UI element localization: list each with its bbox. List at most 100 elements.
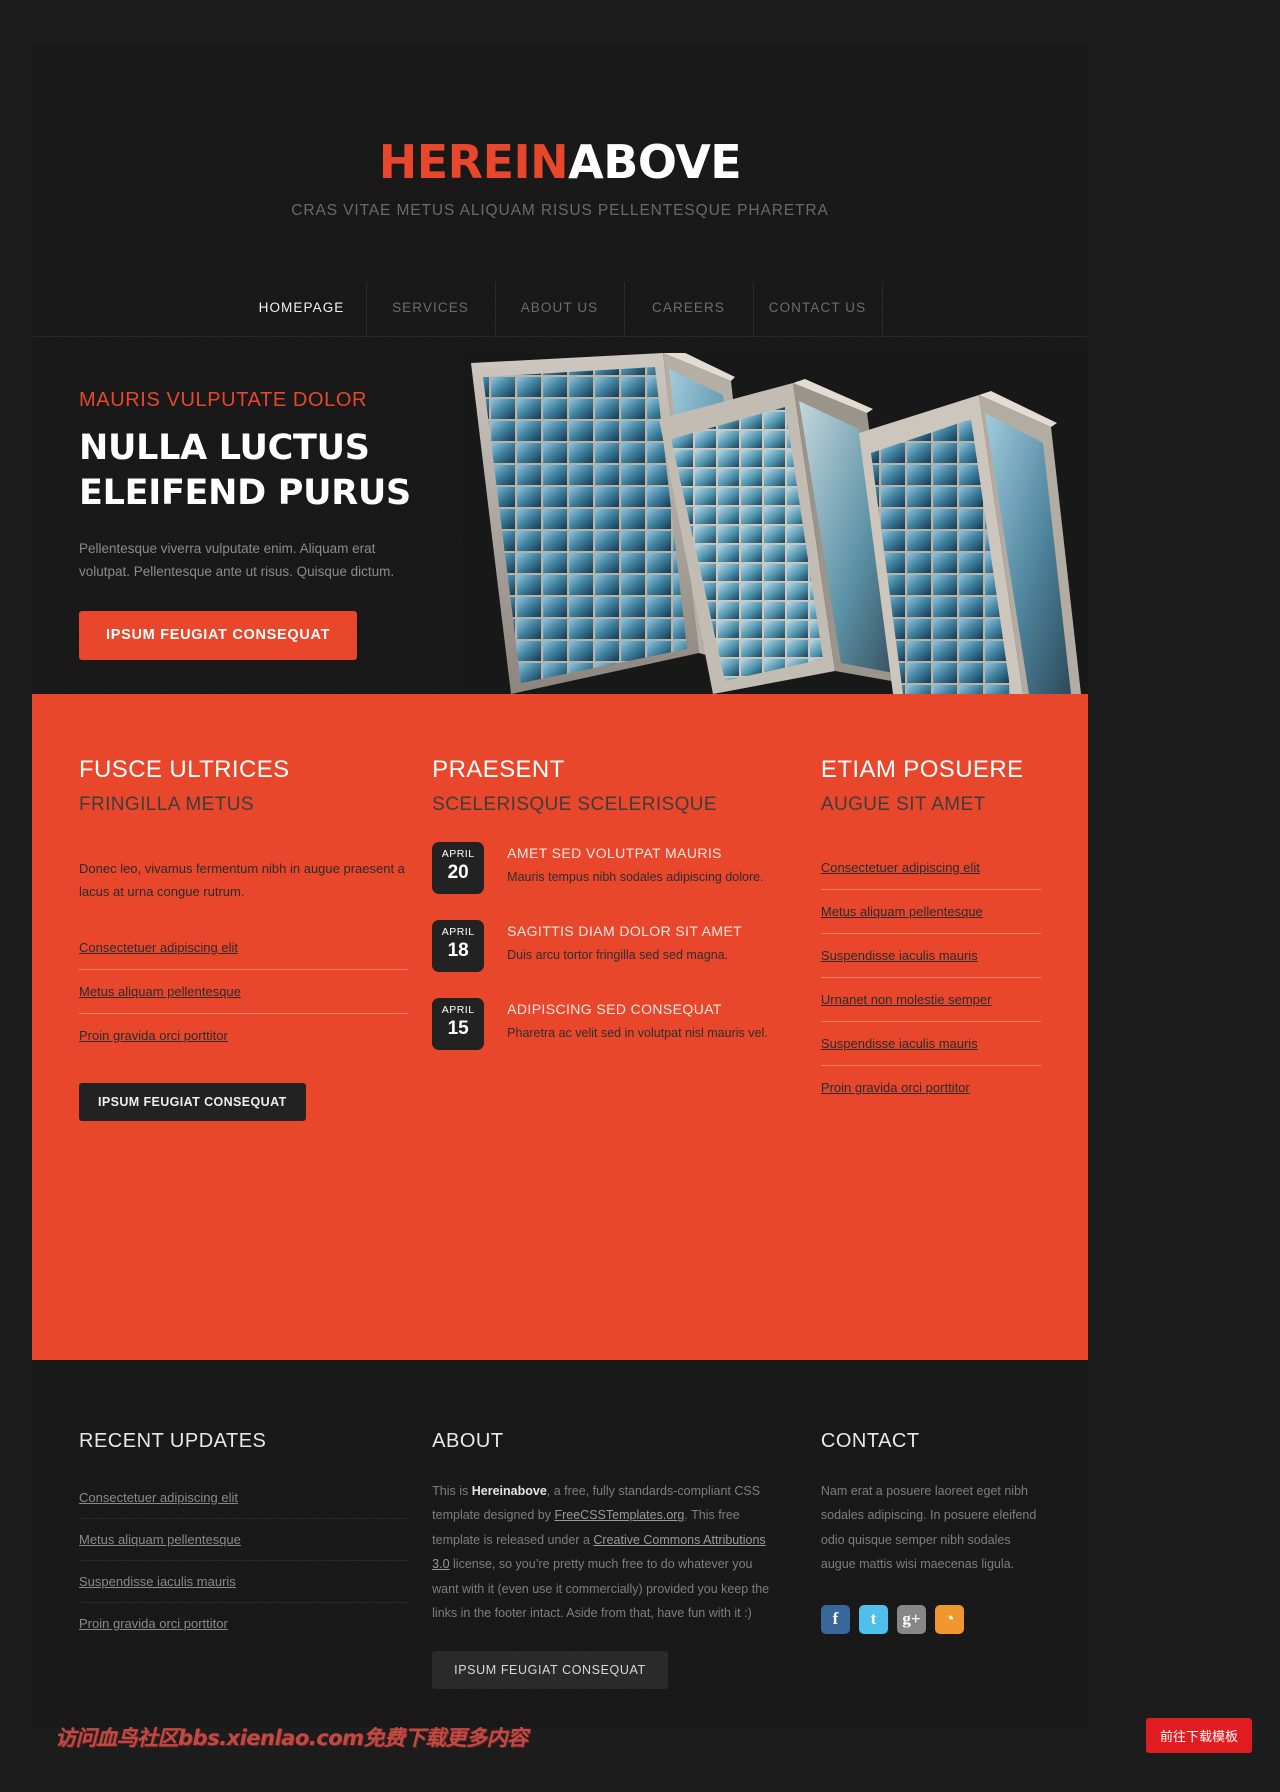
hero-title-line-1: NULLA LUCTUS [79, 428, 370, 468]
column-link-list: Consectetuer adipiscing elit Metus aliqu… [79, 926, 409, 1057]
column-subheading: FRINGILLA METUS [79, 794, 254, 815]
list-item: Metus aliquam pellentesque [820, 890, 1041, 934]
footer-link-list: Consectetuer adipiscing elit Metus aliqu… [79, 1477, 409, 1644]
nav-spacer-right [883, 282, 1063, 336]
about-brand: Hereinabove [471, 1484, 547, 1498]
nav-item-about-us[interactable]: ABOUT US [496, 282, 625, 336]
column-heading: FUSCE ULTRICES [79, 756, 290, 783]
footer-about-text: This is Hereinabove, a free, fully stand… [432, 1479, 777, 1625]
post-day: 20 [447, 861, 469, 883]
post-date-badge: APRIL 20 [432, 842, 485, 894]
hero-kicker: MAURIS VULPUTATE DOLOR [79, 389, 368, 411]
footer-link-proin[interactable]: Proin gravida orci porttitor [79, 1603, 408, 1644]
column-subheading: SCELERISQUE SCELERISQUE [432, 794, 717, 815]
list-item: Metus aliquam pellentesque [79, 1519, 409, 1561]
site-watermark: 访问血鸟社区bbs.xienlao.com免费下载更多内容 [55, 1726, 528, 1750]
post-description: Pharetra ac velit sed in volutpat nisl m… [507, 1026, 768, 1040]
rss-icon[interactable]: ◔ [934, 1604, 964, 1634]
about-text-4: license, so you’re pretty much free to d… [432, 1557, 770, 1620]
hero-building-image [463, 353, 1088, 694]
post-item[interactable]: APRIL 15 ADIPISCING SED CONSEQUAT Pharet… [432, 998, 777, 1050]
post-day: 18 [447, 939, 469, 961]
post-month: APRIL [441, 848, 475, 860]
footer-link-suspendisse[interactable]: Suspendisse iaculis mauris [79, 1561, 408, 1602]
footer-column-contact: CONTACT Nam erat a posuere laoreet eget … [777, 1430, 1041, 1689]
post-item[interactable]: APRIL 18 SAGITTIS DIAM DOLOR SIT AMET Du… [432, 920, 777, 972]
hero-title-line-2: ELEIFEND PURUS [79, 472, 411, 513]
post-month: APRIL [441, 926, 475, 938]
list-item: Metus aliquam pellentesque [79, 970, 409, 1014]
post-title[interactable]: ADIPISCING SED CONSEQUAT [507, 1001, 768, 1017]
nav-item-services[interactable]: SERVICES [367, 282, 496, 336]
nav-item-careers[interactable]: CAREERS [625, 282, 754, 336]
nav-item-contact-us[interactable]: CONTACT US [754, 282, 883, 336]
features-column-praesent: PRAESENT SCELERISQUE SCELERISQUE APRIL 2… [408, 756, 777, 1360]
column-link-list: Consectetuer adipiscing elit Metus aliqu… [820, 846, 1041, 1109]
about-text-1: This is [432, 1484, 472, 1498]
post-title[interactable]: AMET SED VOLUTPAT MAURIS [507, 845, 763, 861]
site-logo[interactable]: HEREINABOVE [32, 139, 1088, 185]
list-item: Suspendisse iaculis mauris [79, 1561, 409, 1603]
post-body: ADIPISCING SED CONSEQUAT Pharetra ac vel… [484, 998, 768, 1050]
nav-spacer-left [58, 282, 238, 336]
logo-text-secondary: ABOVE [568, 135, 742, 189]
features-column-etiam-posuere: ETIAM POSUERE AUGUE SIT AMET Consectetue… [777, 756, 1041, 1360]
list-item: Urnanet non molestie semper [820, 978, 1041, 1022]
hero-text-block: MAURIS VULPUTATE DOLOR NULLA LUCTUS ELEI… [79, 389, 439, 661]
column-paragraph: Donec leo, vivamus fermentum nibh in aug… [79, 861, 405, 899]
social-links: f t g+ ◔ [820, 1604, 1041, 1634]
list-item: Consectetuer adipiscing elit [79, 926, 409, 970]
post-description: Mauris tempus nibh sodales adipiscing do… [507, 870, 764, 884]
footer-link-consectetuer[interactable]: Consectetuer adipiscing elit [79, 1477, 408, 1518]
post-month: APRIL [441, 1004, 475, 1016]
hero-cta-button[interactable]: IPSUM FEUGIAT CONSEQUAT [79, 611, 358, 661]
features-column-fusce-ultrices: FUSCE ULTRICES FRINGILLA METUS Donec leo… [79, 756, 409, 1360]
features-band: FUSCE ULTRICES FRINGILLA METUS Donec leo… [32, 694, 1088, 1360]
column-heading: PRAESENT [432, 756, 565, 783]
link-consectetuer[interactable]: Consectetuer adipiscing elit [821, 846, 1041, 889]
list-item: Proin gravida orci porttitor [79, 1014, 408, 1057]
googleplus-icon[interactable]: g+ [896, 1604, 926, 1634]
hero-description: Pellentesque viverra vulputate enim. Ali… [79, 540, 395, 579]
site-footer: RECENT UPDATES Consectetuer adipiscing e… [32, 1360, 1088, 1690]
footer-link-metus[interactable]: Metus aliquam pellentesque [79, 1519, 408, 1560]
link-suspendisse-1[interactable]: Suspendisse iaculis mauris [821, 934, 1041, 977]
footer-cta-button[interactable]: IPSUM FEUGIAT CONSEQUAT [432, 1651, 668, 1690]
column-subheading: AUGUE SIT AMET [820, 794, 986, 815]
facebook-icon[interactable]: f [820, 1604, 850, 1634]
post-body: SAGITTIS DIAM DOLOR SIT AMET Duis arcu t… [484, 920, 742, 972]
link-consectetuer[interactable]: Consectetuer adipiscing elit [79, 926, 408, 969]
footer-heading: RECENT UPDATES [79, 1430, 267, 1452]
link-metus[interactable]: Metus aliquam pellentesque [821, 890, 1041, 933]
link-suspendisse-2[interactable]: Suspendisse iaculis mauris [821, 1022, 1041, 1065]
post-body: AMET SED VOLUTPAT MAURIS Mauris tempus n… [484, 842, 763, 894]
footer-heading: CONTACT [820, 1430, 920, 1452]
list-item: Proin gravida orci porttitor [79, 1603, 408, 1644]
site-wrapper: HEREINABOVE CRAS VITAE METUS ALIQUAM RIS… [32, 44, 1088, 1728]
hero-section: MAURIS VULPUTATE DOLOR NULLA LUCTUS ELEI… [32, 337, 1088, 694]
post-item[interactable]: APRIL 20 AMET SED VOLUTPAT MAURIS Mauris… [432, 842, 777, 894]
column-heading: ETIAM POSUERE [820, 756, 1024, 783]
list-item: Consectetuer adipiscing elit [820, 846, 1041, 890]
list-item: Suspendisse iaculis mauris [820, 934, 1041, 978]
link-proin[interactable]: Proin gravida orci porttitor [79, 1014, 408, 1057]
link-proin[interactable]: Proin gravida orci porttitor [821, 1066, 1041, 1109]
post-date-badge: APRIL 15 [432, 998, 485, 1050]
footer-contact-text: Nam erat a posuere laoreet eget nibh sod… [820, 1484, 1037, 1572]
post-title[interactable]: SAGITTIS DIAM DOLOR SIT AMET [507, 923, 742, 939]
post-day: 15 [447, 1017, 469, 1039]
site-header: HEREINABOVE CRAS VITAE METUS ALIQUAM RIS… [32, 44, 1088, 220]
hero-title: NULLA LUCTUS ELEIFEND PURUS [79, 426, 439, 516]
list-item: Consectetuer adipiscing elit [79, 1477, 409, 1519]
list-item: Proin gravida orci porttitor [821, 1066, 1041, 1109]
download-template-badge[interactable]: 前往下载模板 [1145, 1718, 1252, 1753]
twitter-icon[interactable]: t [858, 1604, 888, 1634]
nav-item-homepage[interactable]: HOMEPAGE [238, 282, 367, 336]
column-cta-button[interactable]: IPSUM FEUGIAT CONSEQUAT [79, 1082, 306, 1121]
link-urnanet[interactable]: Urnanet non molestie semper [821, 978, 1041, 1021]
link-metus[interactable]: Metus aliquam pellentesque [79, 970, 408, 1013]
page-root: HEREINABOVE CRAS VITAE METUS ALIQUAM RIS… [0, 0, 1280, 1792]
main-navigation: HOMEPAGE SERVICES ABOUT US CAREERS CONTA… [32, 282, 1088, 337]
about-link-freecsstemplates[interactable]: FreeCSSTemplates.org [554, 1508, 684, 1522]
footer-column-about: ABOUT This is Hereinabove, a free, fully… [408, 1430, 777, 1690]
